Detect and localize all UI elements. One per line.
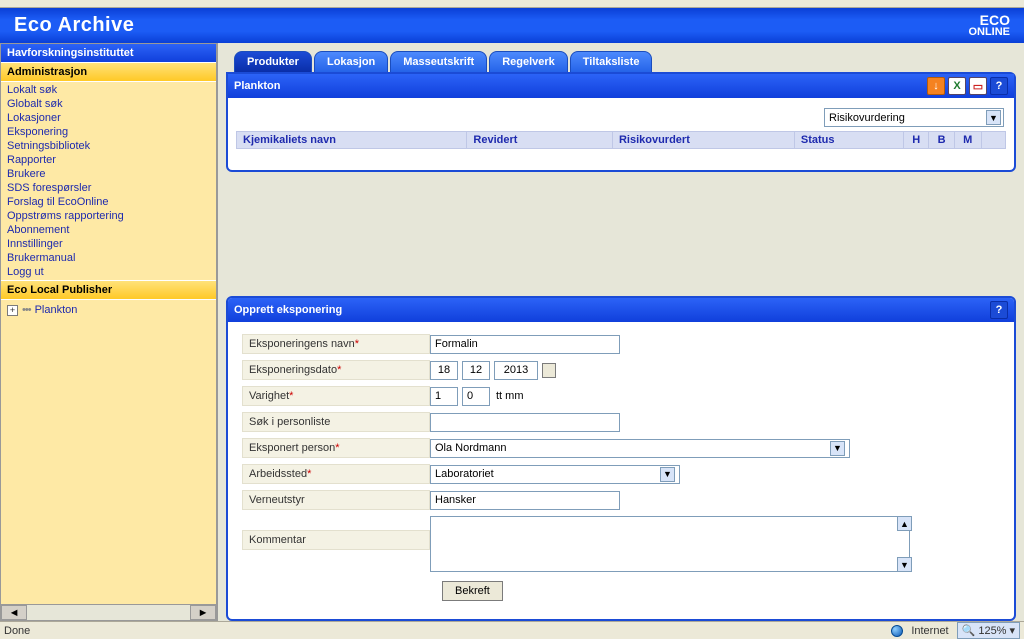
exposure-name-input[interactable]: [430, 335, 620, 354]
browser-toolbar-stub: [0, 0, 1024, 8]
sidebar-link[interactable]: Brukere: [1, 167, 216, 181]
sidebar-link[interactable]: Abonnement: [1, 223, 216, 237]
sidebar-link[interactable]: Logg ut: [1, 265, 216, 279]
zoom-control[interactable]: 🔍 125% ▾: [957, 622, 1020, 639]
sidebar-link[interactable]: Innstillinger: [1, 237, 216, 251]
zoom-icon: 🔍: [962, 624, 976, 637]
filter-select[interactable]: Risikovurdering ▼: [824, 108, 1004, 127]
chevron-down-icon: ▼: [830, 441, 845, 456]
col-h[interactable]: H: [904, 132, 929, 149]
comment-textarea[interactable]: [430, 516, 910, 572]
sidebar-org-header: Havforskningsinstituttet: [1, 44, 216, 62]
chevron-down-icon: ▼: [660, 467, 675, 482]
status-left: Done: [4, 625, 30, 637]
security-zone-label: Internet: [911, 625, 948, 637]
label-duration: Varighet*: [242, 386, 430, 406]
date-year-input[interactable]: [494, 361, 538, 380]
label-exposure-name: Eksponeringens navn*: [242, 334, 430, 354]
filter-select-value: Risikovurdering: [829, 112, 905, 124]
excel-export-icon[interactable]: X: [948, 77, 966, 95]
sidebar-link[interactable]: Forslag til EcoOnline: [1, 195, 216, 209]
date-picker-button[interactable]: [542, 363, 556, 378]
label-exposed-person: Eksponert person*: [242, 438, 430, 458]
tree-dots-icon: •••: [22, 304, 31, 316]
scroll-track[interactable]: [27, 605, 190, 620]
protective-gear-input[interactable]: [430, 491, 620, 510]
tab-lokasjon[interactable]: Lokasjon: [314, 51, 388, 72]
workplace-select[interactable]: Laboratoriet ▼: [430, 465, 680, 484]
tab-row: Produkter Lokasjon Masseutskrift Regelve…: [226, 51, 1016, 72]
tree: + ••• Plankton: [1, 300, 216, 320]
products-panel-title: Plankton: [234, 80, 280, 92]
tree-expand-icon[interactable]: +: [7, 305, 18, 316]
sidebar-link[interactable]: Oppstrøms rapportering: [1, 209, 216, 223]
label-workplace: Arbeidssted*: [242, 464, 430, 484]
person-search-input[interactable]: [430, 413, 620, 432]
col-blank: [981, 132, 1005, 149]
sidebar-link[interactable]: Lokasjoner: [1, 111, 216, 125]
tree-item-plankton[interactable]: Plankton: [35, 304, 78, 316]
duration-hours-input[interactable]: [430, 387, 458, 406]
products-panel: Plankton ↓ X ▭ ? Risikovurdering ▼: [226, 72, 1016, 172]
date-month-input[interactable]: [462, 361, 490, 380]
zoom-value: 125%: [978, 625, 1006, 637]
sidebar-links: Lokalt søk Globalt søk Lokasjoner Ekspon…: [1, 82, 216, 280]
date-day-input[interactable]: [430, 361, 458, 380]
content-area: Produkter Lokasjon Masseutskrift Regelve…: [218, 43, 1024, 621]
duration-unit-label: tt mm: [496, 390, 524, 402]
sidebar-link[interactable]: Lokalt søk: [1, 83, 216, 97]
sidebar-link[interactable]: Brukermanual: [1, 251, 216, 265]
scroll-down-icon[interactable]: ▼: [897, 557, 912, 572]
app-title: Eco Archive: [14, 14, 134, 37]
sidebar-link[interactable]: Setningsbibliotek: [1, 139, 216, 153]
help-icon[interactable]: ?: [990, 301, 1008, 319]
scroll-right-icon[interactable]: ►: [190, 605, 216, 620]
col-b[interactable]: B: [929, 132, 954, 149]
status-bar: Done Internet 🔍 125% ▾: [0, 621, 1024, 639]
scroll-left-icon[interactable]: ◄: [1, 605, 27, 620]
products-table: Kjemikaliets navn Revidert Risikovurdert…: [236, 131, 1006, 149]
brand-logo: ECO ONLINE: [968, 15, 1010, 37]
exposure-form-title: Opprett eksponering: [234, 304, 342, 316]
chevron-down-icon: ▾: [1009, 624, 1015, 637]
tab-masseutskrift[interactable]: Masseutskrift: [390, 51, 487, 72]
exposed-person-select[interactable]: Ola Nordmann ▼: [430, 439, 850, 458]
col-m[interactable]: M: [954, 132, 981, 149]
col-chemname[interactable]: Kjemikaliets navn: [237, 132, 467, 149]
label-comment: Kommentar: [242, 530, 430, 550]
tab-produkter[interactable]: Produkter: [234, 51, 312, 72]
pdf-export-icon[interactable]: ▭: [969, 77, 987, 95]
label-protective-gear: Verneutstyr: [242, 490, 430, 510]
label-exposure-date: Eksponeringsdato*: [242, 360, 430, 380]
sidebar-link[interactable]: Eksponering: [1, 125, 216, 139]
confirm-button[interactable]: Bekreft: [442, 581, 503, 601]
sidebar-section-administrasjon[interactable]: Administrasjon: [1, 62, 216, 82]
col-risikovurdert[interactable]: Risikovurdert: [612, 132, 794, 149]
download-icon[interactable]: ↓: [927, 77, 945, 95]
app-header: Eco Archive ECO ONLINE: [0, 8, 1024, 43]
tab-regelverk[interactable]: Regelverk: [489, 51, 568, 72]
duration-minutes-input[interactable]: [462, 387, 490, 406]
sidebar-link[interactable]: Rapporter: [1, 153, 216, 167]
workplace-value: Laboratoriet: [435, 468, 494, 480]
label-person-search: Søk i personliste: [242, 412, 430, 432]
chevron-down-icon: ▼: [986, 110, 1001, 125]
exposed-person-value: Ola Nordmann: [435, 442, 507, 454]
sidebar-section-publisher[interactable]: Eco Local Publisher: [1, 280, 216, 300]
sidebar-link[interactable]: SDS forespørsler: [1, 181, 216, 195]
sidebar: Havforskningsinstituttet Administrasjon …: [0, 43, 218, 621]
sidebar-link[interactable]: Globalt søk: [1, 97, 216, 111]
tab-tiltaksliste[interactable]: Tiltaksliste: [570, 51, 653, 72]
help-icon[interactable]: ?: [990, 77, 1008, 95]
col-revidert[interactable]: Revidert: [467, 132, 613, 149]
sidebar-horizontal-scrollbar[interactable]: ◄ ►: [1, 604, 216, 620]
col-status[interactable]: Status: [794, 132, 903, 149]
exposure-form-panel: Opprett eksponering ? Eksponeringens nav…: [226, 296, 1016, 621]
scroll-up-icon[interactable]: ▲: [897, 516, 912, 531]
globe-icon: [891, 625, 903, 637]
